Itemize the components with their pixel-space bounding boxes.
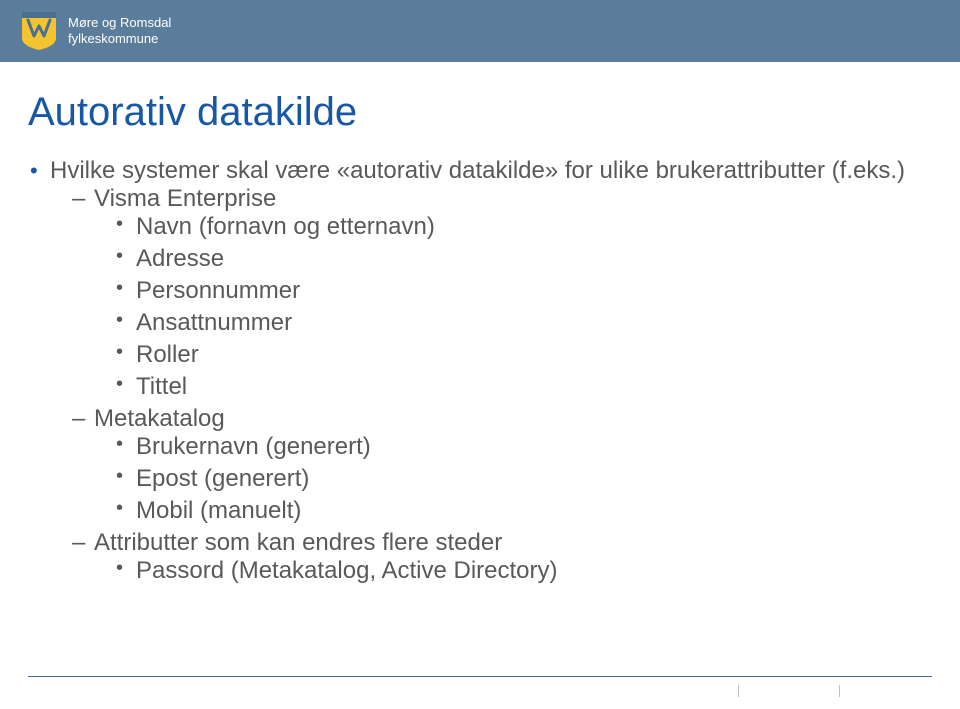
- list-item: Navn (fornavn og etternavn): [116, 213, 932, 241]
- list-item: Personnummer: [116, 277, 932, 305]
- list-item: Passord (Metakatalog, Active Directory): [116, 557, 932, 585]
- header-org-name: Møre og Romsdal fylkeskommune: [68, 15, 171, 48]
- shield-icon: [22, 12, 56, 50]
- list-item: Attributter som kan endres flere steder …: [72, 529, 932, 585]
- bullet-list-l3: Navn (fornavn og etternavn) Adresse Pers…: [94, 213, 932, 401]
- list-item-text: Attributter som kan endres flere steder: [94, 529, 502, 556]
- list-item: Roller: [116, 341, 932, 369]
- bullet-list-l3: Brukernavn (generert) Epost (generert) M…: [94, 433, 932, 525]
- list-item: Epost (generert): [116, 465, 932, 493]
- footer-divider: [28, 676, 932, 677]
- header-org-name-line2: fylkeskommune: [68, 31, 171, 47]
- header-bar: Møre og Romsdal fylkeskommune: [0, 0, 960, 62]
- list-item: Ansattnummer: [116, 309, 932, 337]
- bullet-list-l1: Hvilke systemer skal være «autorativ dat…: [28, 157, 932, 585]
- list-item: Tittel: [116, 373, 932, 401]
- footer-ticks: [738, 685, 840, 697]
- bullet-list-l2: Visma Enterprise Navn (fornavn og ettern…: [50, 185, 932, 585]
- slide-content: Autorativ datakilde Hvilke systemer skal…: [0, 62, 960, 585]
- list-item: Metakatalog Brukernavn (generert) Epost …: [72, 405, 932, 525]
- list-item: Mobil (manuelt): [116, 497, 932, 525]
- list-item: Hvilke systemer skal være «autorativ dat…: [28, 157, 932, 585]
- list-item: Adresse: [116, 245, 932, 273]
- list-item: Brukernavn (generert): [116, 433, 932, 461]
- page-title: Autorativ datakilde: [28, 90, 932, 135]
- list-item-text: Metakatalog: [94, 405, 225, 432]
- header-logo: Møre og Romsdal fylkeskommune: [22, 12, 171, 50]
- list-item-text: Hvilke systemer skal være «autorativ dat…: [50, 157, 905, 184]
- list-item-text: Visma Enterprise: [94, 185, 276, 212]
- header-org-name-line1: Møre og Romsdal: [68, 15, 171, 31]
- bullet-list-l3: Passord (Metakatalog, Active Directory): [94, 557, 932, 585]
- list-item: Visma Enterprise Navn (fornavn og ettern…: [72, 185, 932, 401]
